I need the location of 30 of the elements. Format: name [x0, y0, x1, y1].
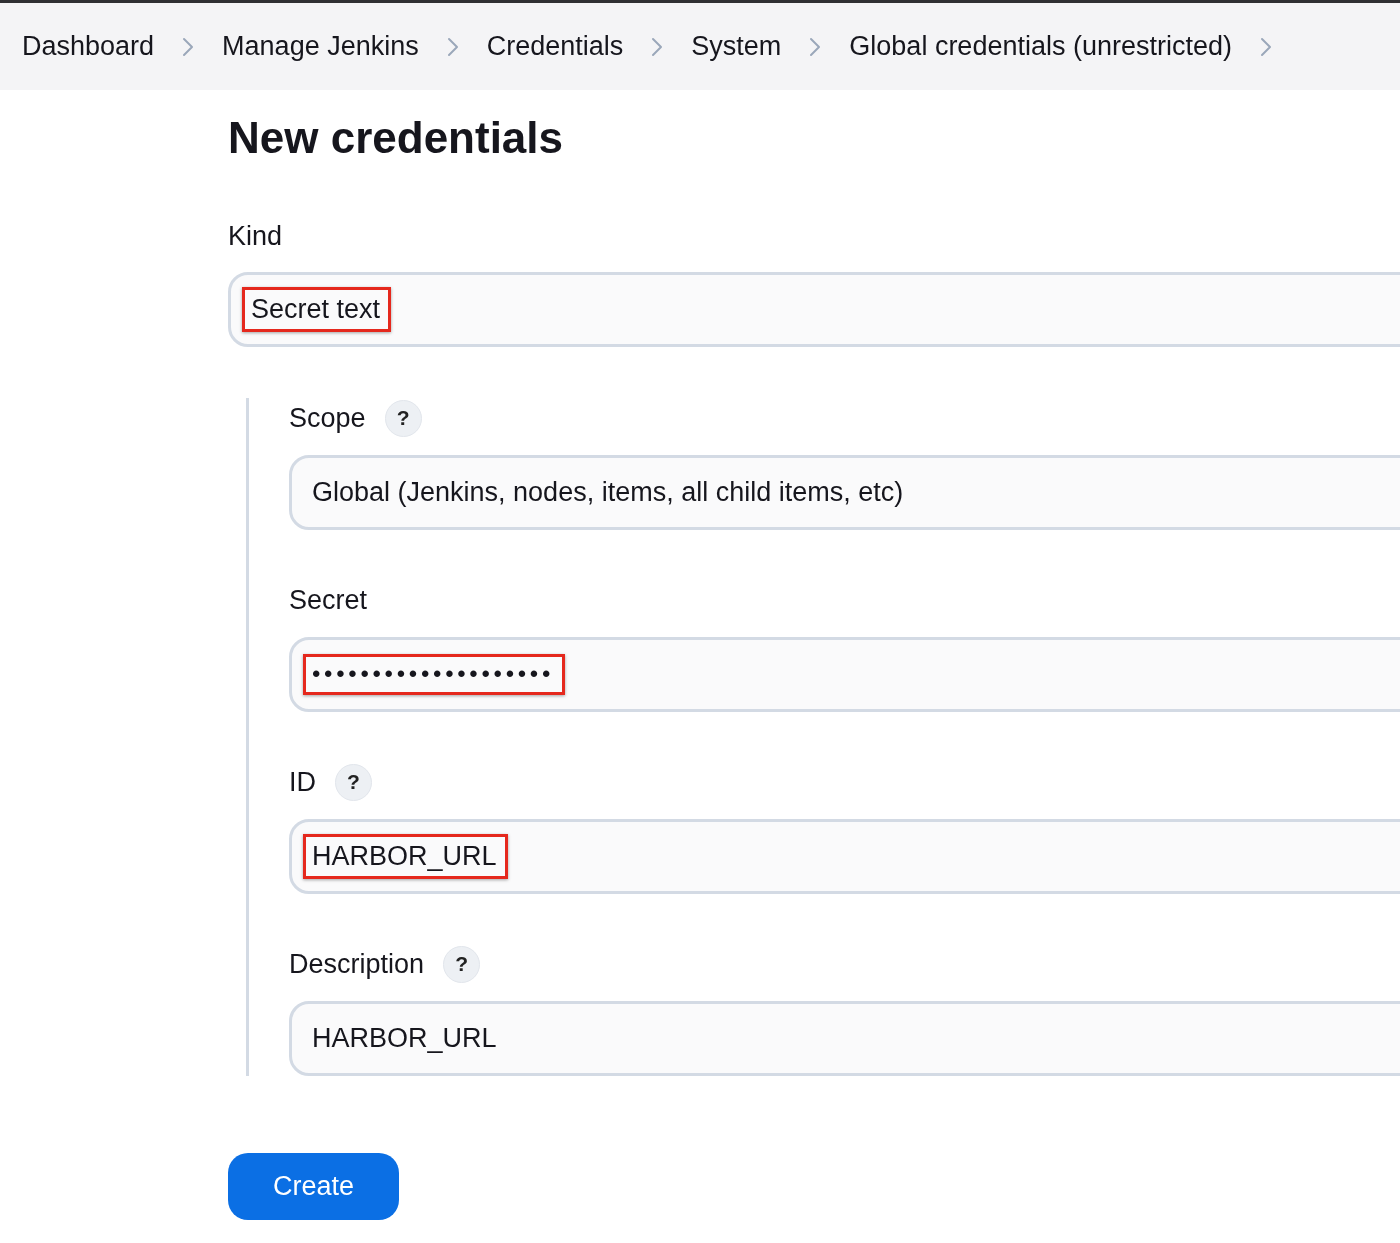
chevron-icon[interactable]	[809, 36, 822, 57]
help-button[interactable]: ?	[335, 763, 372, 801]
password-field[interactable]: ••••••••••••••••••••	[289, 637, 1400, 712]
page-title: New credentials	[228, 112, 564, 164]
chevron-icon[interactable]	[446, 36, 459, 57]
highlighted-value: HARBOR_URL	[303, 834, 508, 879]
field-label: Description	[289, 948, 425, 980]
field-label: Scope	[289, 402, 366, 434]
breadcrumb-link[interactable]: Credentials	[486, 31, 624, 62]
chevron-icon[interactable]	[1260, 36, 1272, 57]
select-field[interactable]: Secret text	[228, 272, 1400, 347]
select-field[interactable]: Global (Jenkins, nodes, items, all child items, etc)	[289, 455, 1400, 530]
field-label: Secret	[289, 584, 368, 616]
highlighted-value: Secret text	[242, 287, 392, 332]
field-value: HARBOR_URL	[312, 1022, 497, 1055]
chevron-icon[interactable]	[651, 36, 664, 57]
breadcrumb-link[interactable]: Dashboard	[22, 31, 155, 62]
highlighted-value: ••••••••••••••••••••	[303, 654, 566, 695]
field-label: ID	[289, 766, 316, 798]
field-label: Kind	[228, 220, 283, 252]
breadcrumb-link[interactable]: System	[691, 31, 782, 62]
field-value: Global (Jenkins, nodes, items, all child items, etc)	[312, 476, 904, 509]
breadcrumb-link[interactable]: Manage Jenkins	[222, 31, 419, 62]
help-button[interactable]: ?	[384, 399, 422, 437]
create-button[interactable]: Create	[228, 1153, 399, 1220]
text-field[interactable]: HARBOR_URL	[289, 819, 1400, 894]
text-field[interactable]: HARBOR_URL	[289, 1001, 1400, 1076]
breadcrumb-link[interactable]: Global credentials (unrestricted)	[849, 31, 1232, 62]
chevron-icon[interactable]	[182, 36, 195, 57]
help-button[interactable]: ?	[443, 945, 481, 983]
